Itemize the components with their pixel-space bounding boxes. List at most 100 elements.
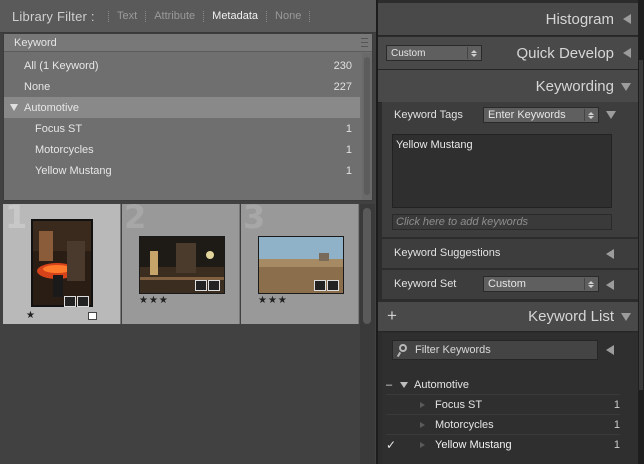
grid-cell[interactable]: 1 ★ <box>3 198 121 324</box>
keyword-column-title: Keyword <box>14 36 57 49</box>
keyword-filter-row-yellow-mustang[interactable]: Yellow Mustang 1 <box>4 160 360 181</box>
thumbnail-grid: 1 ★ 2 ★★★ 3 ★★★ <box>3 198 360 324</box>
chevron-updown-icon <box>584 109 596 121</box>
thumbnail-image[interactable] <box>31 219 93 307</box>
keywords-textarea[interactable]: Yellow Mustang <box>392 134 612 208</box>
keyword-list-item-focus-st[interactable]: Focus ST 1 <box>386 395 620 415</box>
keyword-list-title: Keyword List <box>528 308 614 325</box>
collapse-triangle-icon[interactable] <box>621 313 631 321</box>
quick-develop-preset-select[interactable]: Custom <box>386 45 482 61</box>
keyword-filter-row-all[interactable]: All (1 Keyword) 230 <box>4 55 360 76</box>
filter-option-metadata[interactable]: Metadata <box>204 10 266 22</box>
filter-option-none[interactable]: None <box>267 10 309 22</box>
library-area: Library Filter : Text Attribute Metadata… <box>0 0 376 464</box>
disclosure-triangle-icon[interactable] <box>400 381 408 388</box>
keyword-suggestions-row[interactable]: Keyword Suggestions <box>382 239 640 268</box>
grid-scrollbar[interactable] <box>360 204 375 464</box>
keyword-list-header[interactable]: + Keyword List <box>378 302 640 332</box>
keyword-filter-count: 1 <box>345 164 352 177</box>
search-icon <box>396 344 409 358</box>
add-keywords-placeholder: Click here to add keywords <box>396 216 529 228</box>
caption-badge-icon[interactable] <box>208 280 220 291</box>
histogram-header[interactable]: Histogram <box>378 3 640 36</box>
add-keywords-input[interactable]: Click here to add keywords <box>392 214 612 230</box>
library-filter-title: Library Filter : <box>12 8 95 24</box>
keyword-list-count: 1 <box>613 418 620 431</box>
grip-icon[interactable] <box>361 38 368 47</box>
keyword-tags-mode-select[interactable]: Enter Keywords <box>483 107 599 123</box>
chevron-updown-icon <box>584 278 596 290</box>
keyword-badge-icon[interactable] <box>195 280 207 291</box>
histogram-title: Histogram <box>545 10 614 28</box>
star-rating[interactable]: ★ <box>26 310 36 321</box>
keyword-list-item-motorcycles[interactable]: Motorcycles 1 <box>386 415 620 435</box>
collapse-triangle-icon[interactable] <box>606 345 614 355</box>
collapse-triangle-icon[interactable] <box>606 111 616 119</box>
collapse-marker-icon[interactable]: – <box>386 379 398 391</box>
keyword-filter-row-automotive[interactable]: Automotive <box>4 97 360 118</box>
keyword-badge-icon[interactable] <box>64 296 76 307</box>
flag-checkbox[interactable] <box>88 312 97 320</box>
keyword-list-count: 1 <box>613 439 620 451</box>
quick-develop-header[interactable]: Custom Quick Develop <box>378 37 640 70</box>
keyword-list-item-automotive[interactable]: – Automotive <box>386 375 620 395</box>
grid-cell[interactable]: 2 ★★★ <box>122 198 240 324</box>
collapse-triangle-icon[interactable] <box>623 48 631 58</box>
keyword-set-value: Custom <box>488 278 526 290</box>
collapse-triangle-icon[interactable] <box>606 280 614 290</box>
keyword-badge-icon[interactable] <box>314 280 326 291</box>
plus-icon[interactable]: + <box>387 306 397 326</box>
preset-value: Custom <box>391 47 426 59</box>
chevron-updown-icon <box>467 47 479 59</box>
keyword-column-header[interactable]: Keyword <box>4 34 372 52</box>
keyword-set-row: Keyword Set Custom <box>382 270 640 299</box>
grid-empty-area <box>3 324 360 464</box>
keyword-filter-count: 227 <box>333 80 352 93</box>
keyword-filter-row-none[interactable]: None 227 <box>4 76 360 97</box>
keyword-filter-count: 1 <box>345 122 352 135</box>
keyword-filter-row-focus-st[interactable]: Focus ST 1 <box>4 118 360 139</box>
keyword-list-label: Focus ST <box>435 398 483 411</box>
keywording-header[interactable]: Keywording <box>378 70 640 103</box>
disclosure-triangle-icon <box>420 421 425 428</box>
keyword-list-label: Automotive <box>414 378 470 391</box>
disclosure-triangle-icon <box>420 442 425 448</box>
filter-separator <box>309 10 311 22</box>
keyword-suggestions-label: Keyword Suggestions <box>394 247 501 259</box>
collapse-triangle-icon[interactable] <box>623 14 631 24</box>
disclosure-triangle-icon[interactable] <box>10 104 18 111</box>
cell-index: 1 <box>5 198 28 236</box>
disclosure-triangle-icon <box>420 401 425 408</box>
keywording-title: Keywording <box>535 77 614 95</box>
keyword-filter-label: Automotive <box>24 101 80 114</box>
keyword-filter-label: Yellow Mustang <box>35 164 112 177</box>
keyword-filter-row-motorcycles[interactable]: Motorcycles 1 <box>4 139 360 160</box>
keyword-filter-label: None <box>24 80 51 93</box>
cell-index: 2 <box>124 198 147 236</box>
caption-badge-icon[interactable] <box>327 280 339 291</box>
collapse-triangle-icon[interactable] <box>606 249 614 259</box>
collapse-triangle-icon[interactable] <box>621 83 631 91</box>
filter-keywords-input[interactable]: Filter Keywords <box>392 340 598 360</box>
keyword-list-item-yellow-mustang[interactable]: ✓ Yellow Mustang 1 <box>386 435 620 455</box>
keyword-filter-label: Focus ST <box>35 122 83 135</box>
keyword-list-count: 1 <box>613 398 620 411</box>
keyword-tags-label: Keyword Tags <box>394 109 463 121</box>
caption-badge-icon[interactable] <box>77 296 89 307</box>
keyword-list-label: Motorcycles <box>435 418 494 431</box>
grid-cell[interactable]: 3 ★★★ <box>241 198 359 324</box>
right-panel: Histogram Custom Quick Develop Keywordin… <box>376 0 644 464</box>
star-rating[interactable]: ★★★ <box>139 295 169 306</box>
keyword-filter-label: All (1 Keyword) <box>24 59 99 72</box>
keyword-column-scrollbar[interactable] <box>362 53 372 200</box>
keyword-set-select[interactable]: Custom <box>483 276 599 292</box>
filter-option-text[interactable]: Text <box>109 10 145 22</box>
filter-option-attribute[interactable]: Attribute <box>146 10 203 22</box>
checkmark-icon[interactable]: ✓ <box>386 438 420 452</box>
right-panel-scrollbar[interactable] <box>638 0 644 464</box>
keyword-list-body: Filter Keywords – Automotive Focus ST 1 … <box>382 333 640 464</box>
library-filter-bar: Library Filter : Text Attribute Metadata… <box>0 0 376 33</box>
keyword-list-label: Yellow Mustang <box>435 439 512 451</box>
keywording-body: Keyword Tags Enter Keywords Yellow Musta… <box>382 102 640 237</box>
star-rating[interactable]: ★★★ <box>258 295 288 306</box>
